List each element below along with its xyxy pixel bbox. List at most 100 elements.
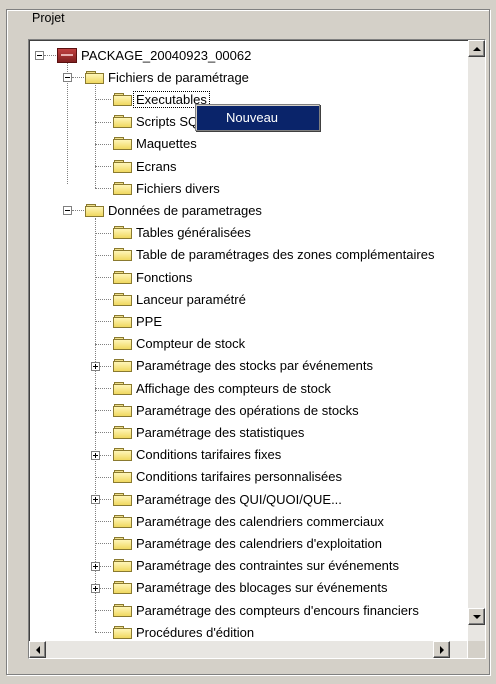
collapse-root-button[interactable] [35,51,44,60]
folder-icon [113,159,133,174]
vertical-scrollbar[interactable] [468,40,485,642]
tree-node-label: Ecrans [136,158,177,174]
folder-body [113,472,132,484]
scroll-down-button[interactable] [468,608,485,625]
tree-node-child[interactable]: Paramétrage des statistiques [113,421,304,443]
project-tree-view[interactable]: PACKAGE_20040923_00062 Fichiers de paramé… [28,39,486,659]
tree-connector-line [100,565,111,567]
expand-node-button[interactable] [91,561,100,571]
tree-node-child[interactable]: Conditions tarifaires personnalisées [113,466,342,488]
folder-icon [113,181,133,196]
scroll-up-button[interactable] [468,40,485,57]
folder-icon [113,580,133,595]
folder-body [113,228,132,240]
tree-node-child[interactable]: Paramétrage des opérations de stocks [113,399,359,421]
tree-connector-line [95,121,111,123]
folder-body [113,294,132,306]
folder-icon [113,403,133,418]
folder-icon [113,536,133,551]
folder-body [113,94,132,106]
tree-connector-line [95,343,111,345]
expand-node-button[interactable] [91,361,100,371]
folder-body [113,405,132,417]
tree-node-child[interactable]: Lanceur paramétré [113,288,246,310]
folder-icon [113,136,133,151]
expand-node-button[interactable] [91,450,100,460]
folder-body [113,450,132,462]
tree-node-label: PPE [136,313,163,329]
tree-connector-line [100,499,111,500]
tree-node-child[interactable]: Paramétrage des stocks par événements [113,355,373,377]
tree-node-fichiers-parametrage[interactable]: Fichiers de paramétrage [85,66,249,88]
tree-node-label: Compteur de stock [136,336,246,352]
tree-connector-line [72,210,84,212]
scroll-right-button[interactable] [433,641,450,658]
tree-node-child[interactable]: Paramétrage des compteurs d'encours fina… [113,599,419,621]
tree-node-label: Affichage des compteurs de stock [136,380,331,396]
folder-body [113,272,132,284]
expand-node-button[interactable] [91,495,100,504]
tree-node-child[interactable]: Paramétrage des calendriers d'exploitati… [113,532,382,554]
folder-icon [113,314,133,329]
tree-connector-line [95,232,111,234]
folder-icon [85,203,105,218]
tree-connector-line [100,454,111,456]
tree-connector-line [95,432,111,434]
collapse-group2-button[interactable] [63,206,72,216]
folder-icon [113,92,133,107]
context-menu-item-nouveau[interactable]: Nouveau [196,110,278,125]
folder-body [113,183,132,195]
tree-node-label: Lanceur paramétré [136,291,246,307]
tree-connector-line [44,55,56,56]
tree-node-child[interactable]: Paramétrage des blocages sur événements [113,577,387,599]
tree-node-child[interactable]: PPE [113,310,162,332]
scrollbar-corner [468,641,485,658]
tree-node-child[interactable]: Procédures d'édition [113,621,254,642]
tree-connector-line [95,85,96,189]
tree-connector-line [95,254,111,256]
folder-body [113,139,132,151]
tree-node-label: Maquettes [136,136,197,152]
tree-node-label: Paramétrage des blocages sur événements [136,580,388,596]
tree-node-child[interactable]: Maquettes [113,133,197,155]
folder-body [113,361,132,373]
folder-icon [113,603,133,618]
tree-node-label: Fichiers divers [136,180,220,196]
tree-connector-line [100,587,111,589]
tree-node-label: Paramétrage des compteurs d'encours fina… [136,602,419,618]
tree-node-child[interactable]: Paramétrage des QUI/QUOI/QUE... [113,488,342,510]
arrow-right-icon [439,645,444,654]
tree-node-child[interactable]: Fichiers divers [113,177,220,199]
folder-icon [113,358,133,373]
tree-connector-line [95,277,111,278]
tree-connector-line [95,410,111,412]
scroll-left-button[interactable] [29,641,46,658]
tree-node-donnees-parametrages[interactable]: Données de parametrages [85,199,262,221]
tree-node-child[interactable]: Paramétrage des contraintes sur événemen… [113,555,399,577]
tree-node-child[interactable]: Tables généralisées [113,222,251,244]
tree-node-child[interactable]: Ecrans [113,155,176,177]
folder-icon [113,247,133,262]
tree-node-label: Paramétrage des calendriers d'exploitati… [136,535,383,551]
tree-node-label: Table de paramétrages des zones compléme… [136,247,435,263]
collapse-group1-button[interactable] [63,73,72,83]
tree-node-root[interactable]: PACKAGE_20040923_00062 [57,44,251,66]
tree-node-child[interactable]: Affichage des compteurs de stock [113,377,331,399]
tree-node-child[interactable]: Scripts SQL [113,111,205,133]
tree-connector-line [95,321,111,323]
tree-node-child[interactable]: Paramétrage des calendriers commerciaux [113,510,384,532]
tree-connector-line [72,77,84,79]
tree-node-child[interactable]: Table de paramétrages des zones compléme… [113,244,434,266]
package-icon [57,47,77,63]
folder-icon [113,514,133,529]
tree-node-label: Conditions tarifaires fixes [136,447,282,463]
horizontal-scrollbar[interactable] [29,641,467,658]
folder-icon [113,625,133,640]
tree-node-child[interactable]: Conditions tarifaires fixes [113,444,281,466]
tree-node-child[interactable]: Fonctions [113,266,192,288]
folder-icon [113,114,133,129]
expand-node-button[interactable] [91,583,100,593]
tree-node-child[interactable]: Compteur de stock [113,333,245,355]
tree-node-label: Paramétrage des QUI/QUOI/QUE... [136,491,342,507]
folder-body [113,583,132,595]
